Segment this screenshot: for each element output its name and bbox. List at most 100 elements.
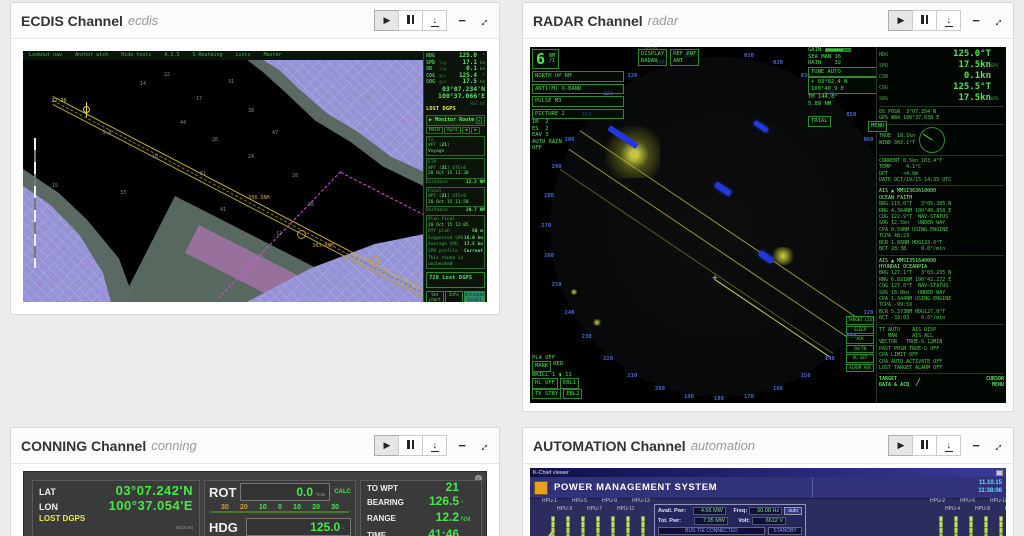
radar-body: + 01002003004005006007008009010011012013… <box>523 47 1013 403</box>
expand-button[interactable]: ↔ <box>474 436 492 454</box>
radar-side-button[interactable]: TARGET LIST <box>846 316 875 325</box>
download-button[interactable]: ↓ <box>936 10 962 31</box>
generator-unit[interactable]: HPU-13 <box>632 498 650 536</box>
ecdis-menu-item[interactable]: Anchor wtch <box>75 52 108 59</box>
final-distance-row: Distance 20.7 NM <box>426 208 485 213</box>
expand-button[interactable]: ↔ <box>474 11 492 29</box>
auto-mode-button[interactable]: auto <box>784 507 802 515</box>
automation-panel-title: AUTOMATION Channel <box>533 437 686 454</box>
radar-nav-row: HDG 125.0°T <box>879 49 991 59</box>
bus-status: BUS-TIE CONNECTED <box>658 527 765 535</box>
ebl-button[interactable]: EBL2 <box>563 388 583 399</box>
play-button[interactable]: ▶ <box>374 435 400 456</box>
route-to-box: To WPT [21] Voyage <box>426 135 485 156</box>
radar-nav-row: CSB 0.1kn <box>879 71 991 81</box>
wind-readout: TRUE 18.1kn WIND 302.1°T <box>879 126 1004 153</box>
tune-box[interactable]: TUNE AUTO <box>808 66 878 77</box>
route-final-box: Final WPT [21] UTC+8 20 Oct 15 11:50 <box>426 186 485 207</box>
route-tab[interactable]: Apnt <box>443 126 461 134</box>
trial-button[interactable]: TRIAL <box>808 116 831 127</box>
generator-unit[interactable]: HPU-9 <box>602 498 619 536</box>
conning-body: LAT 03°07.242'N LON 100°37.054'E LOST DGPS… <box>11 471 499 536</box>
mark-button[interactable]: MARK <box>532 361 552 372</box>
radar-tuning-controls: GAIN SEA MAN 16 RAIN 32 TUNE AUTO + 03°0… <box>808 47 878 127</box>
pause-button[interactable] <box>398 435 424 456</box>
route-tab[interactable]: ▶ <box>471 126 481 134</box>
waypoint-row: TO WPT 21 <box>367 480 459 494</box>
pause-button[interactable] <box>912 10 938 31</box>
frequency-value: 60.08 Hz <box>749 507 783 515</box>
ecdis-menu-item[interactable]: Lists <box>236 52 251 59</box>
ecdis-sidebar: HDG 125.0 ° SPD log 17.1 kn SB log 0.1 kn COG gps 125… <box>423 51 487 302</box>
orientation-mode[interactable]: NORTH UP RM <box>532 71 624 82</box>
menu-button[interactable]: MENU <box>868 121 888 132</box>
ecdis-menu-item[interactable]: Hide tools <box>121 52 151 59</box>
ownship-lon: 100°37.066'E <box>438 92 485 100</box>
radar-control-box[interactable]: PULSE M3 <box>532 96 624 107</box>
generator-unit[interactable]: HPU-10 <box>990 498 1006 536</box>
ecdis-footer-button[interactable]: Activate Scroll <box>463 291 486 302</box>
pause-button[interactable] <box>398 10 424 31</box>
radar-side-button[interactable]: CW/TN <box>846 344 874 353</box>
radar-toggle[interactable]: HL OFF <box>532 378 558 389</box>
radar-nav-row: COG 125.5°T <box>879 82 991 92</box>
ecdis-menu-item[interactable]: A.I.S <box>164 52 179 59</box>
radar-side-button[interactable]: VL SET <box>846 354 874 363</box>
minimize-button[interactable]: − <box>458 438 466 453</box>
route-tab[interactable]: MAIN <box>426 126 443 134</box>
dgps-alert: LOST DGPS <box>426 105 456 112</box>
expand-button[interactable]: ↔ <box>988 436 1006 454</box>
play-button[interactable]: ▶ <box>888 10 914 31</box>
generator-bar <box>611 516 615 536</box>
ais-target-1-data: BRG 115.0°T 3°05.305 N RNG 4.364NM 100°40… <box>879 201 952 253</box>
radar-side-button[interactable]: ALARM ACK <box>846 363 874 372</box>
voyage-link[interactable]: Voyage <box>428 149 483 155</box>
minimize-button[interactable]: − <box>458 13 466 28</box>
radar-side-button[interactable]: ACK <box>846 335 874 344</box>
generator-bar <box>641 516 645 536</box>
play-button[interactable]: ▶ <box>888 435 914 456</box>
route-tab[interactable]: ◀ <box>461 126 471 134</box>
tracking-settings: TT AUTO AIS DISP MAN AIS ALL VECTOR TRUE-… <box>879 327 1004 372</box>
chart-symbols: ≈ ≈ ≈ ⊙ ⊙ ⊙ <box>37 117 405 296</box>
minimize-button[interactable]: − <box>972 438 980 453</box>
radar-control-box[interactable]: PICTURE 2 <box>532 108 624 119</box>
ecdis-menu-item[interactable]: S-Routeing <box>192 52 222 59</box>
generator-unit[interactable]: HPU-5 <box>572 498 589 536</box>
ebl-button[interactable]: EBL1 <box>559 378 580 389</box>
ecdis-menu-item[interactable]: Lookout nav <box>29 52 62 59</box>
radar-nav-readouts: HDG 125.0°T SPD 17.5kn GPS CSB 0.1kn COG 125.5°T… <box>879 49 1004 104</box>
download-icon: ↓ <box>944 15 953 27</box>
play-button[interactable]: ▶ <box>374 10 400 31</box>
radar-bottom-left-controls: PL4 OFF MARK RED BRILL 1 ▮ 11 HL OFF EBL1 T… <box>532 355 628 399</box>
window-button[interactable] <box>996 469 1003 476</box>
pause-button[interactable] <box>912 435 938 456</box>
automation-panel-subtitle: automation <box>690 438 756 453</box>
minimize-button[interactable]: − <box>972 13 980 28</box>
download-icon: ↓ <box>430 15 439 27</box>
ecdis-footer-button[interactable]: Info <box>444 291 463 302</box>
ecdis-alarm-box[interactable]: 728 Lost DGPS <box>426 272 485 288</box>
download-button[interactable]: ↓ <box>422 435 448 456</box>
play-icon: ▶ <box>383 15 391 25</box>
ecdis-menu-item[interactable]: Master <box>264 52 282 59</box>
radar-side-button[interactable]: SLEEP <box>846 325 874 334</box>
tracking-setting-row[interactable]: LOST TARGET ALARM OFF <box>879 365 1004 371</box>
radar-toggle[interactable]: TX STBY <box>532 388 562 399</box>
generator-unit[interactable]: HPU-6 <box>960 498 977 536</box>
radar-control-box[interactable]: ANT1(M) X-BAND <box>532 83 624 94</box>
total-power-value: 7.95 MW <box>694 517 728 525</box>
download-button[interactable]: ↓ <box>936 435 962 456</box>
expand-button[interactable]: ↔ <box>988 11 1006 29</box>
ecdis-footer-button[interactable]: Set chart Center <box>426 291 444 302</box>
monitor-route-header[interactable]: ▶ Monitor Route ✕ <box>426 114 485 126</box>
download-button[interactable]: ↓ <box>422 10 448 31</box>
radar-footer: TARGET DATA & ACQ / CURSOR MENU <box>879 373 1004 388</box>
range-box[interactable]: 6 NM/1 <box>532 49 560 69</box>
generator-unit[interactable]: HPU-2 <box>930 498 947 536</box>
spd-profile-select[interactable]: Current <box>464 249 483 255</box>
ecdis-panel: ECDIS Channel ecdis ▶ ↓ − ↔ Lookout nav A… <box>10 2 500 315</box>
waypoint-row: TIME 41:46 <box>367 526 459 536</box>
close-icon[interactable]: ✕ <box>475 116 482 124</box>
gain-bar[interactable] <box>824 47 851 52</box>
